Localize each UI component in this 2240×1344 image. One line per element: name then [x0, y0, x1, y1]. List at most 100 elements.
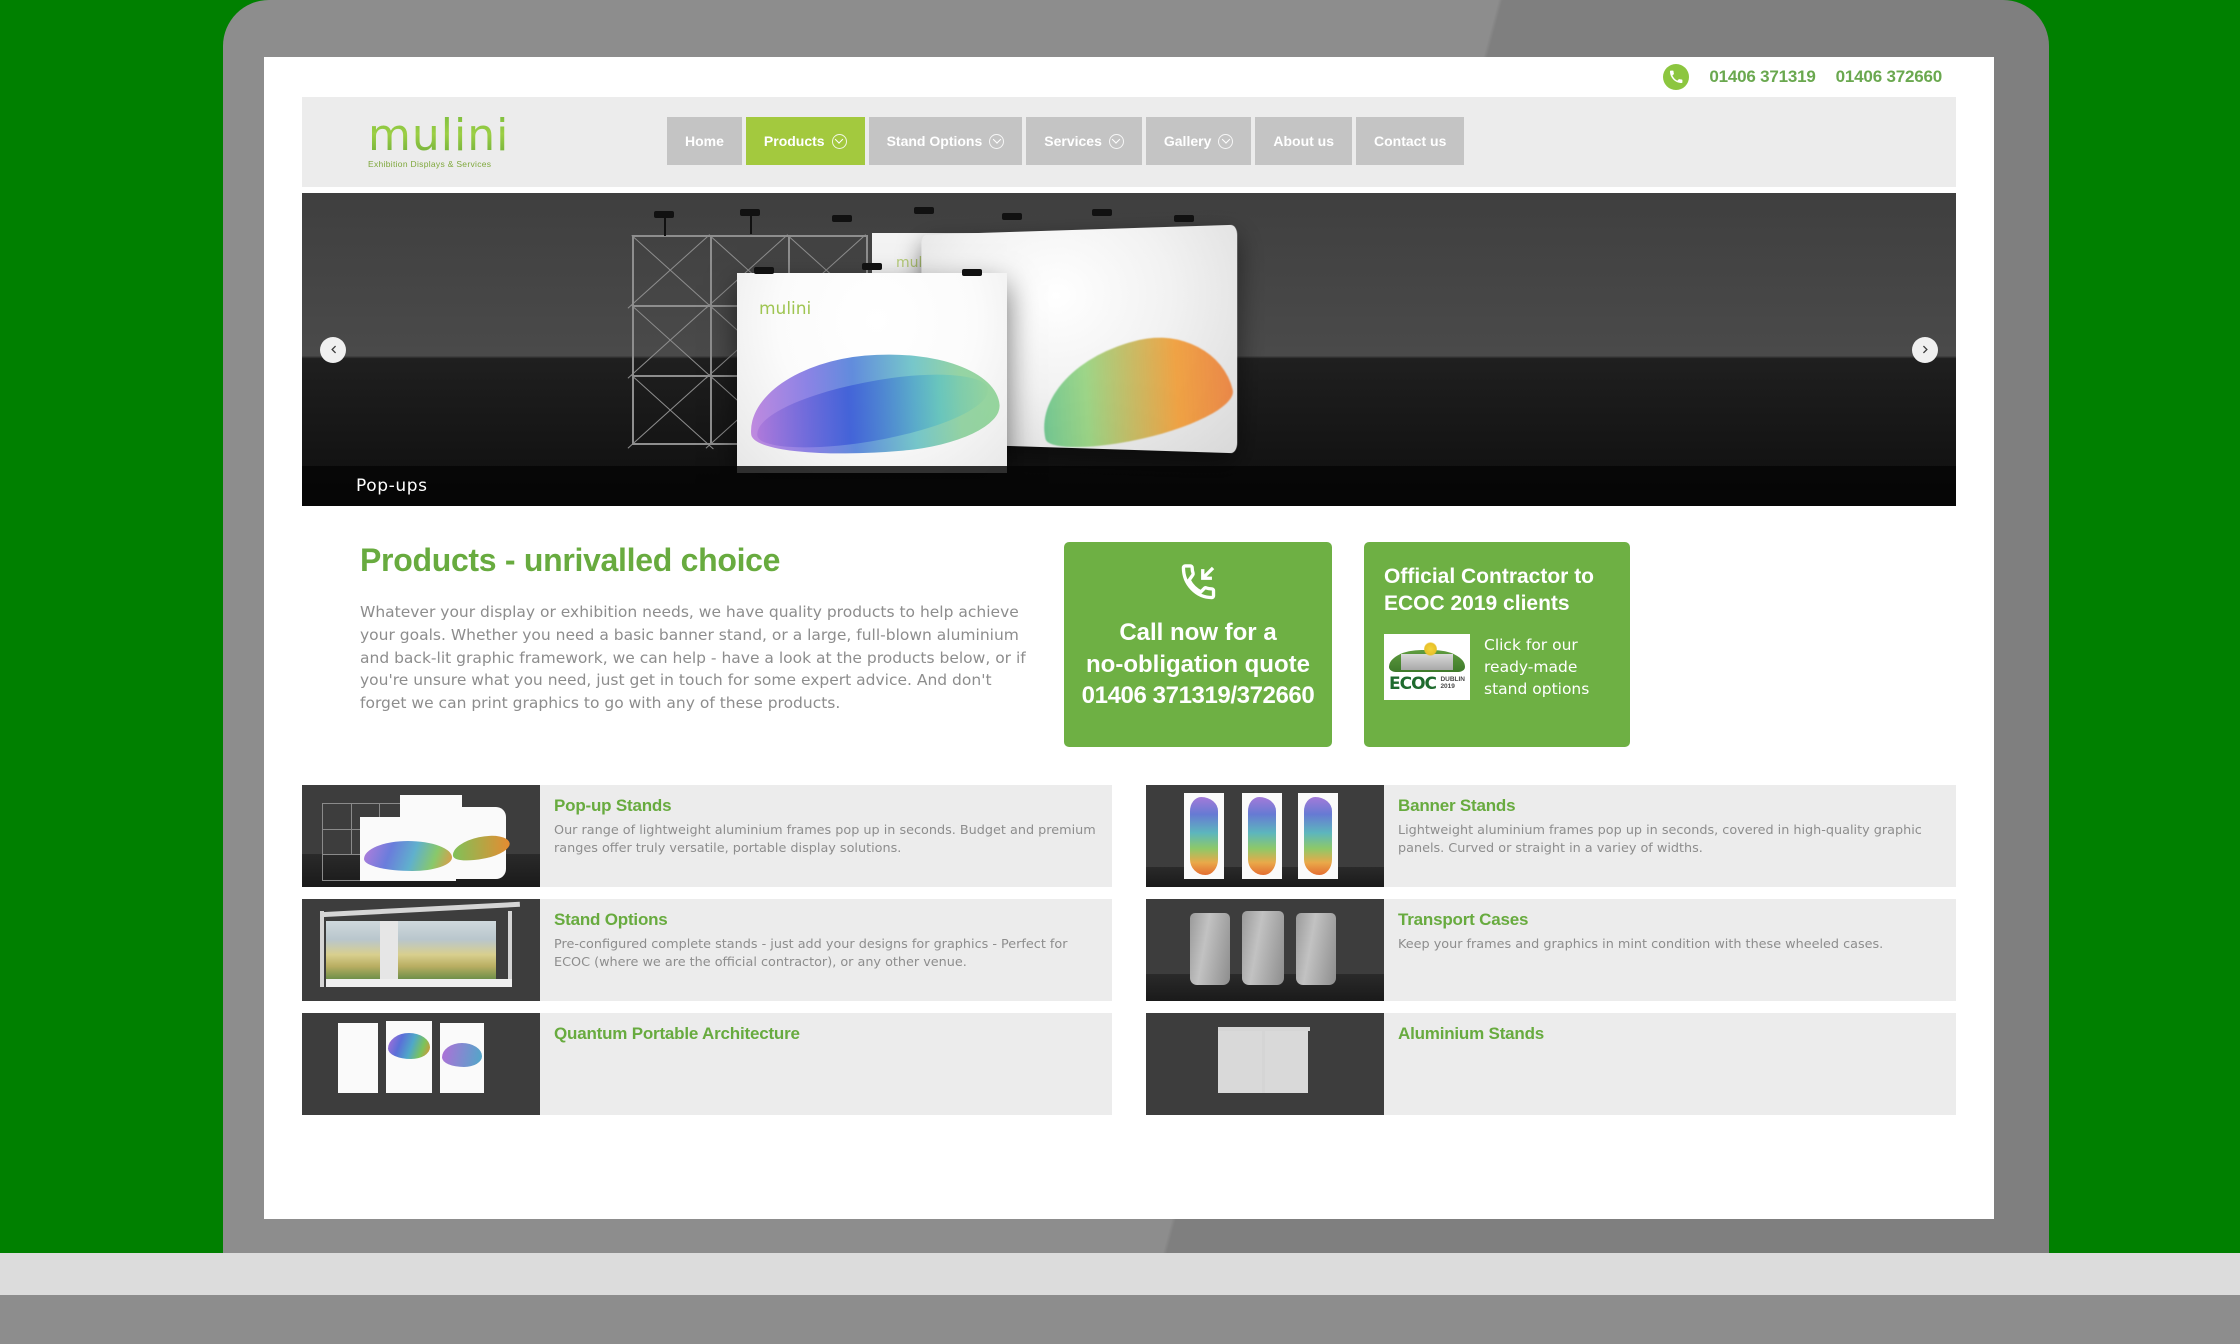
product-card-grid: Pop-up Stands Our range of lightweight a…	[302, 785, 1956, 1001]
browser-viewport: 01406 371319 01406 372660 mulini Exhibit…	[264, 57, 1994, 1219]
product-title: Transport Cases	[1398, 910, 1529, 929]
product-card-grid-partial: Quantum Portable Architecture Aluminium …	[302, 1013, 1956, 1115]
ecoc-logo: ECOC DUBLIN 2019	[1384, 633, 1470, 700]
ecoc-caption: Click for our ready-made stand options	[1484, 635, 1590, 698]
product-card-stand-options[interactable]: Stand Options Pre-configured complete st…	[302, 899, 1112, 1001]
phone-number-2[interactable]: 01406 372660	[1836, 67, 1943, 87]
slider-prev-button[interactable]	[320, 336, 346, 363]
ecoc-logo-subtext: DUBLIN 2019	[1440, 676, 1465, 691]
cta-line-1: Call now for a	[1119, 619, 1277, 646]
phone-number-1[interactable]: 01406 371319	[1709, 67, 1816, 87]
banner-stands-thumb	[1146, 785, 1384, 887]
hero-caption: Pop-ups	[302, 466, 1956, 506]
hero-wave-orange	[1028, 322, 1240, 458]
hero-lamp	[914, 207, 934, 214]
hero-lamp	[862, 263, 882, 270]
product-title: Stand Options	[554, 910, 668, 929]
hero-lamp	[962, 269, 982, 276]
ecoc-logo-text: ECOC	[1389, 673, 1437, 694]
transport-cases-thumb	[1146, 899, 1384, 1001]
hero-lamp	[754, 267, 774, 274]
product-card-quantum-portable-architecture[interactable]: Quantum Portable Architecture	[302, 1013, 1112, 1115]
popup-stands-thumb	[302, 785, 540, 887]
nav-label: Stand Options	[886, 133, 983, 149]
product-card-text: Pop-up Stands Our range of lightweight a…	[540, 785, 1112, 887]
ecoc-logo-building	[1401, 653, 1453, 670]
nav-label: Gallery	[1163, 133, 1212, 149]
phone-incoming-icon	[1074, 564, 1322, 607]
hero-lamp	[1092, 209, 1112, 216]
hero-lamp	[1174, 215, 1194, 222]
product-description: Pre-configured complete stands - just ad…	[554, 937, 1068, 971]
hero-slider: mulini mulini Pop-ups	[302, 193, 1956, 506]
cta-line-2: no-obligation quote	[1086, 650, 1310, 678]
product-description: Our range of lightweight aluminium frame…	[554, 823, 1096, 857]
hero-lamp	[832, 215, 852, 222]
ecoc-logo-sun	[1424, 641, 1437, 656]
product-title: Aluminium Stands	[1398, 1024, 1545, 1043]
product-card-text: Quantum Portable Architecture	[540, 1013, 814, 1115]
product-title: Pop-up Stands	[554, 796, 672, 815]
quantum-portable-architecture-thumb	[302, 1013, 540, 1115]
hero-lamp	[740, 209, 760, 216]
laptop-base-upper	[0, 1253, 2240, 1295]
nav-label: Home	[685, 133, 724, 149]
hero-stand-front: mulini	[737, 273, 1007, 473]
hero-stand-front-brand: mulini	[759, 299, 812, 319]
ecoc-title: Official Contractor to ECOC 2019 clients	[1384, 565, 1595, 615]
main-navigation: Home Products Stand Options Services Gal…	[667, 117, 1465, 165]
product-card-pop-up-stands[interactable]: Pop-up Stands Our range of lightweight a…	[302, 785, 1112, 887]
product-card-banner-stands[interactable]: Banner Stands Lightweight aluminium fram…	[1146, 785, 1956, 887]
hero-lamp	[1002, 213, 1022, 220]
chevron-right-icon	[1922, 345, 1928, 354]
nav-item-contact-us[interactable]: Contact us	[1356, 117, 1465, 165]
laptop-base-lower	[0, 1295, 2240, 1344]
cta-phone-numbers: 01406 371319/372660	[1081, 682, 1315, 710]
nav-item-services[interactable]: Services	[1026, 117, 1142, 165]
nav-item-home[interactable]: Home	[667, 117, 742, 165]
top-contact-bar: 01406 371319 01406 372660	[264, 57, 1994, 97]
nav-item-stand-options[interactable]: Stand Options	[868, 117, 1023, 165]
site-logo[interactable]: mulini Exhibition Displays & Services	[368, 114, 518, 169]
nav-item-products[interactable]: Products	[745, 117, 865, 165]
slider-next-button[interactable]	[1912, 336, 1938, 363]
stand-options-thumb	[302, 899, 540, 1001]
call-now-cta[interactable]: Call now for a no-obligation quote 01406…	[1064, 542, 1332, 747]
product-card-text: Aluminium Stands	[1384, 1013, 1558, 1115]
product-card-transport-cases[interactable]: Transport Cases Keep your frames and gra…	[1146, 899, 1956, 1001]
intro-paragraph: Whatever your display or exhibition need…	[360, 603, 1026, 713]
ecoc-contractor-cta[interactable]: Official Contractor to ECOC 2019 clients…	[1364, 542, 1630, 747]
product-description: Lightweight aluminium frames pop up in s…	[1398, 823, 1922, 857]
product-title: Banner Stands	[1398, 796, 1516, 815]
nav-label: Products	[763, 133, 825, 149]
nav-label: Contact us	[1374, 133, 1447, 149]
hero-lamp-stem	[664, 218, 666, 236]
chevron-down-icon	[989, 133, 1005, 149]
nav-label: Services	[1044, 133, 1102, 149]
chevron-down-icon	[1108, 133, 1124, 149]
ecoc-content-row: ECOC DUBLIN 2019 Click for our ready-mad…	[1384, 633, 1610, 700]
chevron-down-icon	[831, 133, 847, 149]
product-card-aluminium-stands[interactable]: Aluminium Stands	[1146, 1013, 1956, 1115]
aluminium-stands-thumb	[1146, 1013, 1384, 1115]
product-description: Keep your frames and graphics in mint co…	[1398, 937, 1884, 952]
nav-label: About us	[1273, 133, 1335, 149]
intro-text-block: Products - unrivalled choice Whatever yo…	[360, 542, 1032, 747]
ecoc-logo-year: 2019	[1440, 683, 1455, 691]
product-card-text: Stand Options Pre-configured complete st…	[540, 899, 1112, 1001]
page-title: Products - unrivalled choice	[360, 542, 781, 578]
chevron-left-icon	[330, 345, 336, 354]
phone-icon	[1663, 64, 1690, 90]
chevron-down-icon	[1218, 133, 1234, 149]
product-card-text: Transport Cases Keep your frames and gra…	[1384, 899, 1897, 1001]
hero-lamp	[654, 211, 674, 218]
nav-item-about-us[interactable]: About us	[1255, 117, 1353, 165]
ecoc-logo-city: DUBLIN	[1440, 675, 1465, 683]
site-header: mulini Exhibition Displays & Services Ho…	[302, 97, 1956, 187]
logo-wordmark: mulini	[368, 114, 518, 158]
product-card-text: Banner Stands Lightweight aluminium fram…	[1384, 785, 1956, 887]
product-title: Quantum Portable Architecture	[554, 1024, 800, 1043]
hero-lamp-stem	[750, 216, 752, 234]
intro-section: Products - unrivalled choice Whatever yo…	[302, 542, 1956, 747]
nav-item-gallery[interactable]: Gallery	[1145, 117, 1252, 165]
